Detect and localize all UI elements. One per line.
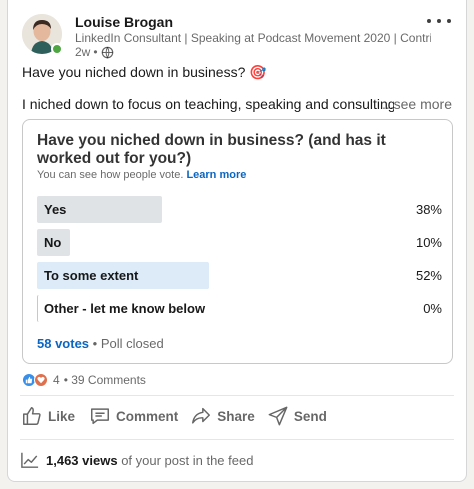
- post-text-line-1: Have you niched down in business? 🎯: [22, 64, 267, 80]
- poll-footer: 58 votes • Poll closed: [37, 336, 164, 351]
- poll-option-other: Other - let me know below 0%: [37, 295, 442, 322]
- poll-option-percent: 38%: [415, 202, 442, 217]
- comment-label: Comment: [116, 408, 179, 424]
- post-analytics[interactable]: 1,463 views of your post in the feed: [20, 451, 253, 469]
- post-time: 2w: [75, 45, 91, 59]
- author-name[interactable]: Louise Brogan: [75, 14, 173, 30]
- send-icon: [268, 406, 288, 426]
- poll-option-label: To some extent: [44, 268, 139, 283]
- post-meta: 2w •: [75, 45, 114, 59]
- send-label: Send: [293, 408, 327, 424]
- comments-count[interactable]: • 39 Comments: [64, 373, 146, 387]
- poll-option-percent: 52%: [415, 268, 442, 283]
- see-more-link[interactable]: ...see more: [382, 96, 452, 112]
- feed-post-card: Louise Brogan LinkedIn Consultant | Spea…: [7, 0, 467, 482]
- post-header: Louise Brogan LinkedIn Consultant | Spea…: [22, 12, 454, 59]
- poll-status: • Poll closed: [92, 336, 164, 351]
- comment-button[interactable]: Comment: [84, 405, 183, 427]
- poll-option-percent: 0%: [423, 301, 442, 316]
- poll-option-to-some-extent: To some extent 52%: [37, 262, 442, 289]
- poll-option-label: Other - let me know below: [44, 301, 206, 316]
- poll-visibility-text: You can see how people vote.: [37, 169, 184, 181]
- thumbs-up-icon: [23, 407, 41, 425]
- divider: [20, 439, 454, 440]
- views-count: 1,463 views: [46, 452, 118, 468]
- poll-visibility-note: You can see how people vote. Learn more: [37, 169, 246, 181]
- reaction-count[interactable]: 4: [53, 373, 60, 387]
- poll-option-yes: Yes 38%: [37, 196, 442, 223]
- like-label: Like: [48, 408, 76, 424]
- love-reaction-icon: [34, 373, 48, 387]
- poll-votes-link[interactable]: 58 votes: [37, 336, 89, 351]
- poll-option-percent: 10%: [415, 235, 442, 250]
- globe-icon: [101, 46, 113, 59]
- poll-card: Have you niched down in business? (and h…: [22, 119, 453, 364]
- share-button[interactable]: Share: [185, 405, 260, 427]
- poll-option-bar: [37, 295, 41, 322]
- share-label: Share: [217, 408, 255, 424]
- social-counts: 4 • 39 Comments: [22, 372, 146, 388]
- comment-icon: [91, 408, 109, 425]
- share-icon: [192, 407, 211, 424]
- like-button[interactable]: Like: [16, 405, 80, 427]
- poll-question: Have you niched down in business? (and h…: [37, 132, 386, 167]
- learn-more-link[interactable]: Learn more: [186, 169, 246, 181]
- author-headline: LinkedIn Consultant | Speaking at Podcas…: [75, 31, 431, 45]
- poll-option-label: Yes: [44, 202, 67, 217]
- poll-option-no: No 10%: [37, 229, 442, 256]
- ellipsis-icon[interactable]: [427, 12, 451, 30]
- meta-separator: •: [93, 45, 98, 59]
- action-bar: Like Comment Share Send: [16, 396, 332, 436]
- send-button[interactable]: Send: [262, 405, 332, 427]
- poll-option-label: No: [44, 235, 62, 250]
- views-suffix: of your post in the feed: [121, 452, 254, 468]
- analytics-chart-icon: [21, 452, 39, 468]
- post-text-line-2: I niched down to focus on teaching, spea…: [22, 96, 394, 112]
- online-status-dot: [51, 43, 63, 55]
